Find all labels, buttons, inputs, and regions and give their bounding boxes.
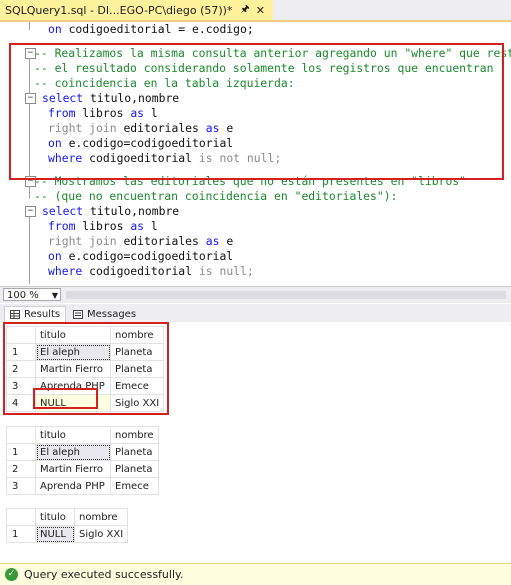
code-text: libros <box>75 219 131 233</box>
tab-messages[interactable]: Messages <box>68 306 141 322</box>
code-text: titulo,nombre <box>83 204 180 218</box>
cell[interactable]: Martin Fierro <box>35 460 111 478</box>
column-header[interactable]: titulo <box>35 426 111 444</box>
table-row[interactable]: 1 NULL Siglo XXI <box>6 525 129 543</box>
keyword: select <box>42 204 84 218</box>
code-text: codigoeditorial = e.codigo; <box>61 22 254 36</box>
result-grid[interactable]: titulo nombre 1 El aleph Planeta 2 Martin Fi… <box>6 426 159 495</box>
code-text: codigoeditorial <box>82 264 199 278</box>
keyword: right <box>48 234 83 248</box>
grid-icon <box>10 310 20 319</box>
cell[interactable]: El aleph <box>35 443 111 461</box>
zoom-value: 100 % <box>7 290 39 301</box>
code-line: right join editoriales as e <box>48 234 233 249</box>
row-number-header <box>6 426 36 444</box>
column-header[interactable]: nombre <box>73 508 129 526</box>
tab-results-label: Results <box>24 309 61 320</box>
horizontal-scrollbar[interactable] <box>66 291 506 299</box>
grid-header-row: titulo nombre <box>6 426 159 444</box>
zoom-dropdown[interactable]: 100 % ▼ <box>3 288 61 301</box>
keyword: as <box>205 234 220 248</box>
pin-icon[interactable]: 🖈 <box>240 2 249 19</box>
cell[interactable]: Aprenda PHP <box>35 477 111 495</box>
results-tab-strip: Results Messages <box>0 304 511 323</box>
highlight-box <box>9 43 504 180</box>
results-pane: titulo nombre 1 El aleph Planeta 2 Martin Fi… <box>0 322 511 562</box>
cell[interactable]: Planeta <box>110 443 159 461</box>
code-line: on e.codigo=codigoeditorial <box>48 249 233 264</box>
row-number: 3 <box>6 477 36 495</box>
code-line: select titulo,nombre <box>42 204 179 219</box>
row-number-header <box>6 508 36 526</box>
tab-results[interactable]: Results <box>4 306 67 322</box>
editor-zoom-bar: 100 % ▼ <box>0 286 511 303</box>
highlight-box <box>33 388 98 409</box>
status-bar: ✓ Query executed successfully. <box>0 563 511 585</box>
cell[interactable]: Siglo XXI <box>73 525 129 543</box>
code-line: where codigoeditorial is null; <box>48 264 254 279</box>
keyword: as <box>130 219 145 233</box>
keyword: is <box>198 264 213 278</box>
row-number: 2 <box>6 460 36 478</box>
status-text: Query executed successfully. <box>24 568 184 581</box>
collapse-toggle[interactable]: − <box>25 206 36 217</box>
comment-line: -- (que no encuentran coincidencia en "e… <box>34 189 398 203</box>
grid-header-row: titulo nombre <box>6 508 129 526</box>
document-tab[interactable]: SQLQuery1.sql - DI...EGO-PC\diego (57))*… <box>0 0 273 20</box>
code-text: l <box>144 219 158 233</box>
keyword: on <box>48 249 62 263</box>
cell[interactable]: Planeta <box>110 460 159 478</box>
tab-messages-label: Messages <box>87 308 137 320</box>
outline-line <box>29 217 30 284</box>
table-row[interactable]: 2 Martin Fierro Planeta <box>6 460 159 478</box>
result-grid[interactable]: titulo nombre 1 NULL Siglo XXI <box>6 508 129 543</box>
cell[interactable]: NULL <box>35 525 75 543</box>
document-tab-strip: SQLQuery1.sql - DI...EGO-PC\diego (57))*… <box>0 0 511 22</box>
keyword: on <box>48 22 62 36</box>
code-text: ; <box>246 264 254 278</box>
code-text: e.codigo=codigoeditorial <box>61 249 234 263</box>
keyword: null <box>219 264 247 278</box>
column-header[interactable]: nombre <box>110 426 159 444</box>
table-row[interactable]: 3 Aprenda PHP Emece <box>6 477 159 495</box>
cell[interactable]: Emece <box>110 477 159 495</box>
check-circle-icon: ✓ <box>5 568 18 581</box>
outline-line <box>29 22 30 30</box>
keyword: join <box>89 234 117 248</box>
row-number: 1 <box>6 525 36 543</box>
code-line: on codigoeditorial = e.codigo; <box>48 22 254 37</box>
query-editor[interactable]: on codigoeditorial = e.codigo; − -- Real… <box>0 22 511 284</box>
column-header[interactable]: titulo <box>35 508 75 526</box>
close-icon[interactable]: ✕ <box>256 4 265 17</box>
keyword: from <box>48 219 76 233</box>
row-number: 1 <box>6 443 36 461</box>
keyword: where <box>48 264 83 278</box>
messages-icon <box>73 309 83 319</box>
code-line: from libros as l <box>48 219 158 234</box>
code-text: e <box>219 234 234 248</box>
table-row[interactable]: 1 El aleph Planeta <box>6 443 159 461</box>
code-text: editoriales <box>116 234 206 248</box>
tab-title: SQLQuery1.sql - DI...EGO-PC\diego (57))* <box>5 3 233 17</box>
chevron-down-icon: ▼ <box>51 291 58 300</box>
outline-line <box>29 187 30 199</box>
